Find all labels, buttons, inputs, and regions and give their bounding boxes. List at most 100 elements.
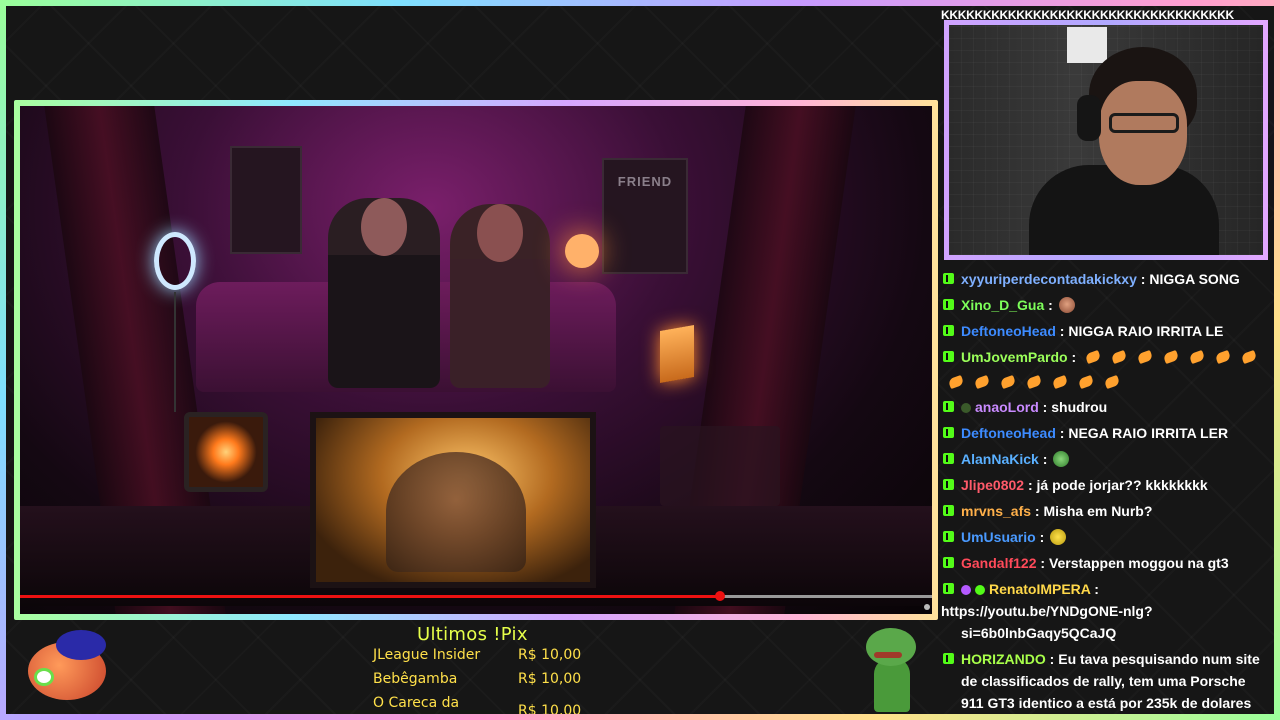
chat-username[interactable]: Jlipe0802 <box>961 477 1024 493</box>
pix-title: Ultimos !Pix <box>417 624 528 645</box>
chat-username[interactable]: anaoLord <box>975 399 1039 415</box>
chat-username[interactable]: DeftoneoHead <box>961 425 1056 441</box>
mascot-sticker <box>22 628 112 706</box>
frog-emote-icon <box>1053 451 1070 467</box>
chat-username[interactable]: mrvns_afs <box>961 503 1031 519</box>
pix-amount: R$ 10,00 <box>518 671 582 687</box>
fire-emote-icon <box>947 374 965 390</box>
kick-badge-icon <box>943 351 954 362</box>
chat-text: Misha em Nurb? <box>1043 503 1153 519</box>
fire-emote-icon <box>1084 349 1102 365</box>
chat-message: DeftoneoHead : NEGA RAIO IRRITA LER <box>941 420 1271 446</box>
face-emote-icon <box>1058 297 1075 313</box>
chat-username[interactable]: DeftoneoHead <box>961 323 1056 339</box>
fire-emote-icon <box>1162 349 1180 365</box>
ring-light-image <box>154 232 196 290</box>
chat-emote-continuation <box>941 370 1271 394</box>
wall-poster-right: FRIEND <box>602 158 688 274</box>
chat-message: DeftoneoHead : NIGGA RAIO IRRITA LE <box>941 318 1271 344</box>
kick-badge-icon <box>943 505 954 516</box>
chat-username[interactable]: UmUsuario <box>961 529 1036 545</box>
kick-badge-icon <box>943 453 954 464</box>
pix-amount: R$ 10,00 <box>518 647 582 663</box>
chat-message: Xino_D_Gua : <box>941 292 1271 318</box>
side-table <box>660 426 780 506</box>
chat-text: shudrou <box>1051 399 1108 415</box>
pepe-sticker <box>862 628 918 712</box>
chat-message: Gandalf122 : Verstappen moggou na gt3 <box>941 550 1271 576</box>
kick-badge-icon <box>943 401 954 412</box>
fire-emote-icon <box>999 374 1017 390</box>
pix-donor-name: Bebêgamba <box>373 671 458 687</box>
tv-image <box>184 412 268 492</box>
wall-poster-left <box>230 146 302 254</box>
kick-badge-icon <box>943 325 954 336</box>
family-figures <box>386 452 526 572</box>
chat-username[interactable]: xyyuriperdecontadakickxy <box>961 271 1137 287</box>
kick-badge-icon <box>943 427 954 438</box>
streamer-face <box>1099 81 1187 185</box>
chat-username[interactable]: Xino_D_Gua <box>961 297 1044 313</box>
fire-emote-icon <box>1214 349 1232 365</box>
ring-light-stand <box>174 292 176 412</box>
chat-message: mrvns_afs : Misha em Nurb? <box>941 498 1271 524</box>
chat-message: UmJovemPardo : <box>941 344 1271 370</box>
chat-username[interactable]: Gandalf122 <box>961 555 1036 571</box>
kick-badge-icon <box>943 557 954 568</box>
fire-emote-icon <box>1077 374 1095 390</box>
chat-text: NIGGA RAIO IRRITA LE <box>1068 323 1224 339</box>
kick-badge-icon <box>943 479 954 490</box>
chat-username[interactable]: UmJovemPardo <box>961 349 1068 365</box>
chat-message: UmUsuario : <box>941 524 1271 550</box>
chat-text: NIGGA SONG <box>1149 271 1240 287</box>
kick-badge-icon <box>943 653 954 664</box>
pix-list: JLeague Insider R$ 10,00 Bebêgamba R$ 10… <box>373 646 593 719</box>
glasses <box>1109 113 1179 133</box>
chat-message: Jlipe0802 : já pode jorjar?? kkkkkkkk <box>941 472 1271 498</box>
family-screen-image <box>310 412 596 588</box>
pix-donor-name: JLeague Insider <box>373 647 481 663</box>
chat-text: já pode jorjar?? kkkkkkkk <box>1036 477 1208 493</box>
verified-badge-icon <box>975 585 985 595</box>
chat-text: NEGA RAIO IRRITA LER <box>1068 425 1229 441</box>
wall-note <box>1067 27 1107 63</box>
yellow-emote-icon <box>1050 529 1067 545</box>
fire-emote-icon <box>1103 374 1121 390</box>
webcam-frame <box>944 20 1268 260</box>
headphones <box>1077 95 1101 141</box>
fire-emote-icon <box>1240 349 1258 365</box>
laptop-image <box>660 325 694 383</box>
chat-message: HORIZANDO : Eu tava pesquisando num site… <box>941 646 1271 720</box>
lamp-image <box>565 234 599 268</box>
man-figure <box>328 198 440 388</box>
video-frame: FRIEND <box>14 100 938 620</box>
pix-row: Bebêgamba R$ 10,00 <box>373 670 593 694</box>
chat-username[interactable]: RenatoIMPERA <box>989 581 1090 597</box>
kick-badge-icon <box>943 583 954 594</box>
pix-row: JLeague Insider R$ 10,00 <box>373 646 593 670</box>
user-badge-icon <box>961 403 971 413</box>
chat-text: Verstappen moggou na gt3 <box>1048 555 1229 571</box>
chat-message: anaoLord : shudrou <box>941 394 1271 420</box>
pix-donor-name: O Careca da <box>373 695 460 711</box>
video-progress-fill <box>20 595 721 598</box>
woman-figure <box>450 204 550 388</box>
chat-message: AlanNaKick : <box>941 446 1271 472</box>
chat-username[interactable]: AlanNaKick <box>961 451 1039 467</box>
chat-username[interactable]: HORIZANDO <box>961 651 1046 667</box>
fire-emote-icon <box>1188 349 1206 365</box>
kick-badge-icon <box>943 531 954 542</box>
pix-amount: R$ 10,00 <box>518 703 582 719</box>
webcam-feed <box>949 25 1263 255</box>
chat-panel: xyyuriperdecontadakickxy : NIGGA SONG Xi… <box>941 266 1271 720</box>
chat-link[interactable]: https://youtu.be/YNDgONE-nlg?si=6b0lnbGa… <box>941 603 1153 641</box>
fire-emote-icon <box>1110 349 1128 365</box>
fire-emote-icon <box>973 374 991 390</box>
fire-emote-icon <box>1136 349 1154 365</box>
video-player[interactable]: FRIEND <box>20 106 932 614</box>
video-progress-bar[interactable] <box>20 591 932 601</box>
mic-badge-icon <box>961 585 971 595</box>
chat-message: RenatoIMPERA : https://youtu.be/YNDgONE-… <box>941 581 1153 641</box>
kick-badge-icon <box>943 273 954 284</box>
pix-row: O Careca da R$ 10,00 <box>373 694 593 719</box>
